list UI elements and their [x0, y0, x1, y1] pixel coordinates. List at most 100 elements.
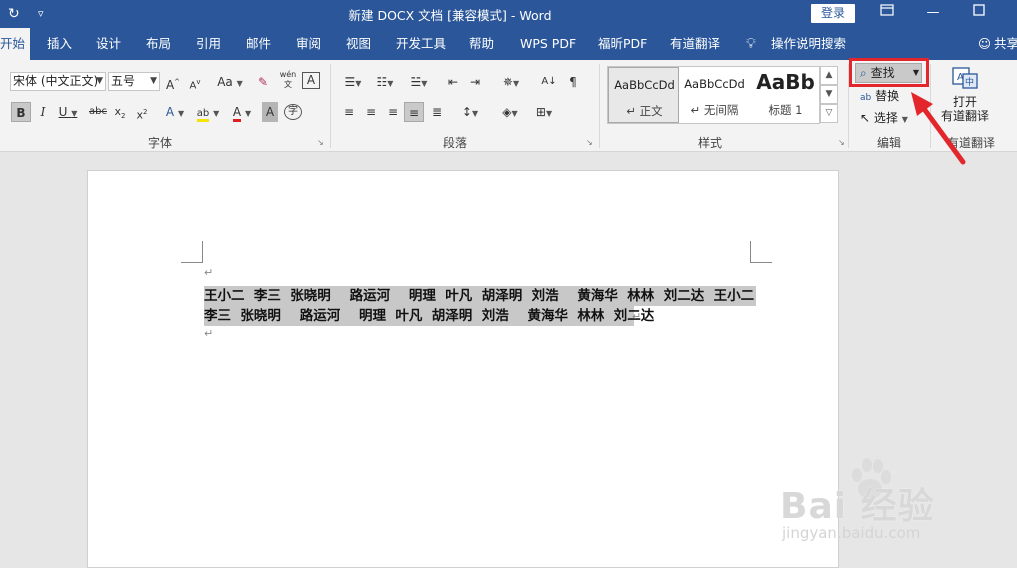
maximize-icon[interactable] [964, 3, 994, 23]
italic-button[interactable]: I [36, 102, 50, 122]
borders-button[interactable]: ⊞▼ [530, 102, 558, 122]
font-color-button[interactable]: A ▼ [228, 102, 256, 122]
decrease-indent-icon[interactable]: ⇤ [444, 72, 462, 92]
document-page[interactable] [87, 170, 839, 568]
tab-design[interactable]: 设计 [96, 28, 121, 60]
styles-group-label: 样式 [697, 136, 722, 150]
tab-references[interactable]: 引用 [196, 28, 221, 60]
tab-help[interactable]: 帮助 [469, 28, 494, 60]
tab-foxit-pdf[interactable]: 福昕PDF [598, 28, 647, 60]
tab-layout[interactable]: 布局 [146, 28, 171, 60]
font-group-label: 字体 [147, 136, 172, 150]
group-divider [330, 64, 331, 148]
align-center-icon[interactable]: ≡ [362, 102, 380, 122]
font-name-value: 宋体 (中文正文) [13, 74, 99, 88]
ribbon-tab-bar: 开始 插入 设计 布局 引用 邮件 审阅 视图 开发工具 帮助 WPS PDF … [0, 28, 1017, 60]
style-normal[interactable]: AaBbCcDd ↵ 正文 [608, 67, 679, 123]
font-name-select[interactable]: 宋体 (中文正文) ▼ [10, 72, 106, 91]
chevron-down-icon: ▼ [150, 76, 157, 86]
font-dialog-launcher-icon[interactable]: ↘ [317, 138, 326, 147]
underline-button[interactable]: U ▼ [56, 102, 80, 122]
ribbon-display-icon[interactable] [872, 3, 902, 23]
styles-gallery: AaBbCcDd ↵ 正文 AaBbCcDd ↵ 无间隔 AaBb 标题 1 [607, 66, 820, 124]
tab-review[interactable]: 审阅 [296, 28, 321, 60]
expand-gallery-icon[interactable]: ▽ [820, 104, 838, 123]
chinese-layout-button[interactable]: ✵▼ [498, 72, 524, 92]
svg-text:中: 中 [965, 76, 974, 88]
highlight-color-button[interactable]: ab ▼ [194, 102, 222, 122]
sort-icon[interactable]: A↓ [540, 72, 558, 92]
change-case-button[interactable]: Aa ▼ [214, 72, 246, 92]
shrink-font-button[interactable]: Av [186, 72, 204, 92]
align-left-icon[interactable]: ≡ [340, 102, 358, 122]
tell-me-search[interactable]: 操作说明搜索 [771, 28, 846, 60]
lightbulb-icon: 💡︎ [746, 36, 756, 52]
tab-wps-pdf[interactable]: WPS PDF [520, 28, 576, 60]
select-label: 选择 [873, 111, 898, 125]
bold-button[interactable]: B [11, 102, 31, 122]
font-size-value: 五号 [111, 74, 136, 88]
tab-view[interactable]: 视图 [346, 28, 371, 60]
annotation-highlight-box [849, 58, 929, 87]
scroll-up-icon[interactable]: ▲ [820, 66, 838, 85]
minimize-icon[interactable]: — [918, 3, 948, 23]
paragraph-mark: ↵ [632, 310, 642, 323]
styles-dialog-launcher-icon[interactable]: ↘ [838, 138, 847, 147]
share-user-icon[interactable]: ☺ [978, 28, 991, 60]
enclose-characters-icon[interactable]: 字 [284, 104, 302, 120]
tab-developer[interactable]: 开发工具 [396, 28, 446, 60]
style-name: ↵ 无间隔 [690, 103, 739, 117]
subscript-button[interactable]: x2 [112, 102, 128, 122]
character-shading-icon[interactable]: A [262, 102, 278, 122]
multilevel-list-button[interactable]: ☱▼ [404, 72, 434, 92]
align-right-icon[interactable]: ≡ [384, 102, 402, 122]
share-button[interactable]: 共享 [994, 28, 1017, 60]
replace-button[interactable]: ab 替换 [860, 86, 899, 106]
tab-mailings[interactable]: 邮件 [246, 28, 271, 60]
font-size-select[interactable]: 五号 ▼ [108, 72, 160, 91]
phonetic-label: wén [279, 70, 297, 79]
replace-label: 替换 [875, 89, 900, 103]
watermark-url: jingyan.baidu.com [782, 524, 921, 542]
phonetic-guide-icon[interactable]: wén 文 [278, 70, 298, 90]
paragraph-dialog-launcher-icon[interactable]: ↘ [586, 138, 595, 147]
bullets-button[interactable]: ☰▼ [340, 72, 366, 92]
group-divider [599, 64, 600, 148]
character-border-icon[interactable]: A [302, 72, 320, 89]
watermark-brand: Bai 经验 [780, 486, 935, 527]
selected-text-line-2[interactable]: 李三 张晓明 路运河 明理 叶凡 胡泽明 刘浩 黄海华 林林 刘二达 [204, 306, 654, 326]
selected-text-line-1[interactable]: 王小二 李三 张晓明 路运河 明理 叶凡 胡泽明 刘浩 黄海华 林林 刘二达 王… [204, 286, 756, 306]
superscript-button[interactable]: x2 [134, 102, 150, 122]
style-heading-1[interactable]: AaBb 标题 1 [750, 67, 821, 123]
styles-gallery-scroll: ▲ ▼ ▽ [820, 66, 838, 124]
style-no-spacing[interactable]: AaBbCcDd ↵ 无间隔 [679, 67, 750, 123]
style-name: ↵ 正文 [626, 104, 663, 118]
replace-icon: ab [860, 93, 872, 103]
select-button[interactable]: ↖ 选择 ▼ [860, 108, 908, 128]
baidu-watermark: Bai 经验 jingyan.baidu.com [780, 455, 1010, 555]
margin-corner-mark [750, 241, 772, 263]
shading-button[interactable]: ◈▼ [496, 102, 524, 122]
translate-icon: A 中 [952, 67, 978, 89]
style-sample: AaBbCcDd [614, 78, 675, 92]
line-spacing-button[interactable]: ↕▼ [456, 102, 484, 122]
clear-format-icon[interactable]: ✎ [254, 72, 272, 92]
text-effects-button[interactable]: A ▼ [162, 102, 188, 122]
login-button[interactable]: 登录 [811, 4, 855, 23]
show-marks-icon[interactable]: ¶ [564, 72, 582, 92]
justify-icon[interactable]: ≡ [404, 102, 424, 122]
tab-home[interactable]: 开始 [0, 28, 30, 60]
numbering-button[interactable]: ☷▼ [372, 72, 398, 92]
tab-youdao[interactable]: 有道翻译 [670, 28, 720, 60]
paragraph-group-label: 段落 [442, 136, 467, 150]
annotation-arrow [911, 92, 966, 165]
increase-indent-icon[interactable]: ⇥ [466, 72, 484, 92]
style-sample: AaBb [756, 70, 815, 94]
chevron-down-icon: ▼ [96, 76, 103, 86]
scroll-down-icon[interactable]: ▼ [820, 85, 838, 104]
tab-insert[interactable]: 插入 [47, 28, 72, 60]
title-bar: ↻ ▿ 新建 DOCX 文档 [兼容模式] - Word 登录 — [0, 0, 1017, 28]
grow-font-button[interactable]: A^ [164, 72, 182, 92]
distributed-icon[interactable]: ≣ [428, 102, 446, 122]
strikethrough-button[interactable]: abc [88, 102, 108, 122]
